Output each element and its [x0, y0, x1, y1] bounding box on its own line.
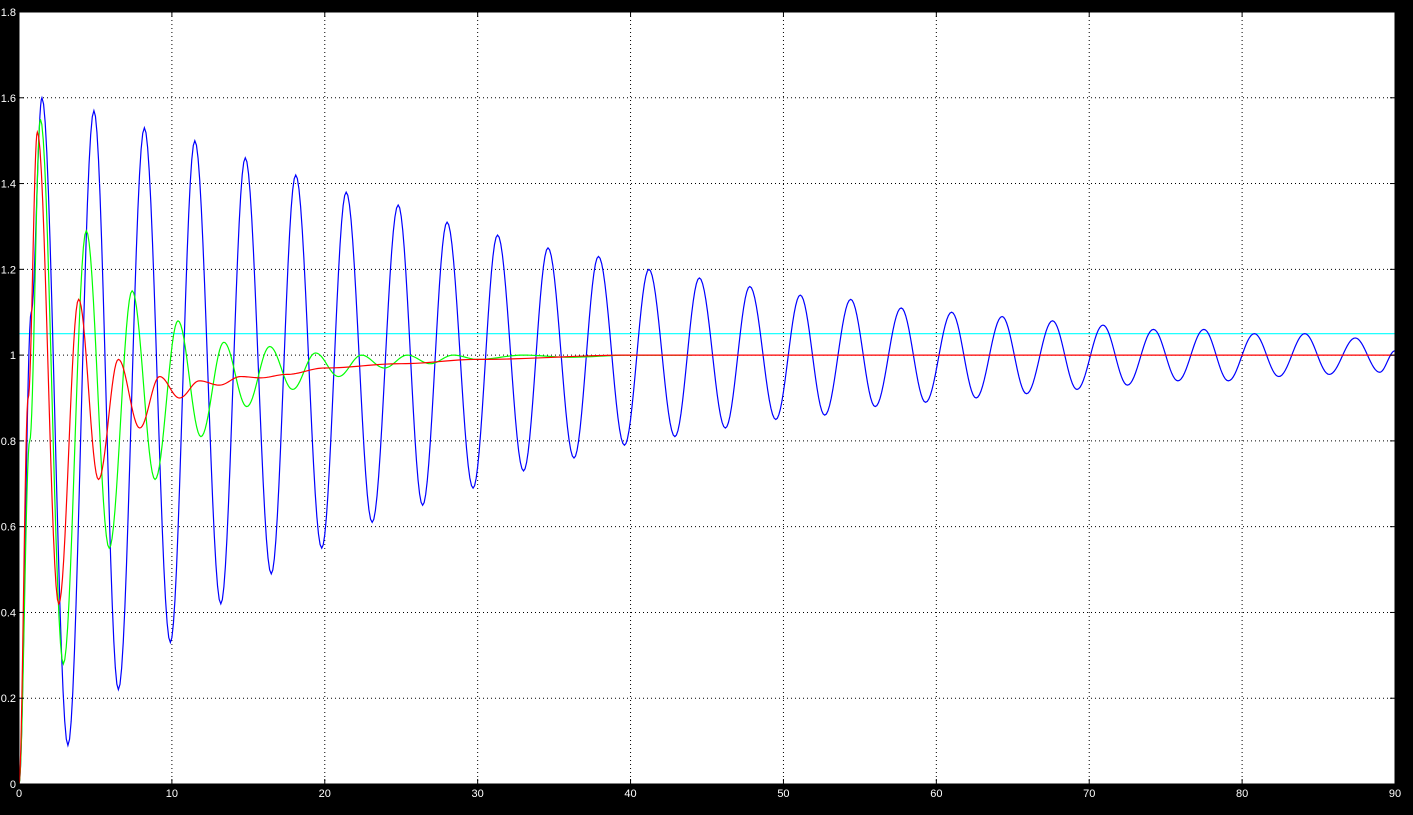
- y-tick-label: 0.2: [1, 693, 16, 705]
- y-tick-label: 1.8: [1, 7, 16, 19]
- x-tick-label: 40: [624, 788, 636, 800]
- x-tick-label: 20: [319, 788, 331, 800]
- x-tick-label: 90: [1389, 788, 1401, 800]
- y-tick-labels: 0 0.2 0.4 0.6 0.8 1 1.2 1.4 1.6 1.8: [1, 7, 16, 791]
- y-tick-label: 1.4: [1, 179, 16, 191]
- y-tick-label: 0.8: [1, 436, 16, 448]
- x-tick-label: 30: [472, 788, 484, 800]
- x-tick-label: 80: [1236, 788, 1248, 800]
- x-tick-labels: 0 10 20 30 40 50 60 70 80 90: [16, 788, 1401, 800]
- plot-area: [19, 12, 1395, 784]
- scope-plot: 0 10 20 30 40 50 60 70 80 90 0 0.2 0.4 0.6 0.8 1 1.2 1.4…: [0, 0, 1413, 815]
- y-tick-label: 1.2: [1, 264, 16, 276]
- x-tick-label: 50: [777, 788, 789, 800]
- x-tick-label: 70: [1083, 788, 1095, 800]
- y-tick-label: 0.6: [1, 522, 16, 534]
- y-tick-label: 1: [10, 350, 16, 362]
- y-tick-label: 0: [10, 779, 16, 791]
- x-tick-label: 60: [930, 788, 942, 800]
- x-tick-label: 10: [166, 788, 178, 800]
- y-tick-label: 0.4: [1, 607, 16, 619]
- x-tick-label: 0: [16, 788, 22, 800]
- y-tick-label: 1.6: [1, 93, 16, 105]
